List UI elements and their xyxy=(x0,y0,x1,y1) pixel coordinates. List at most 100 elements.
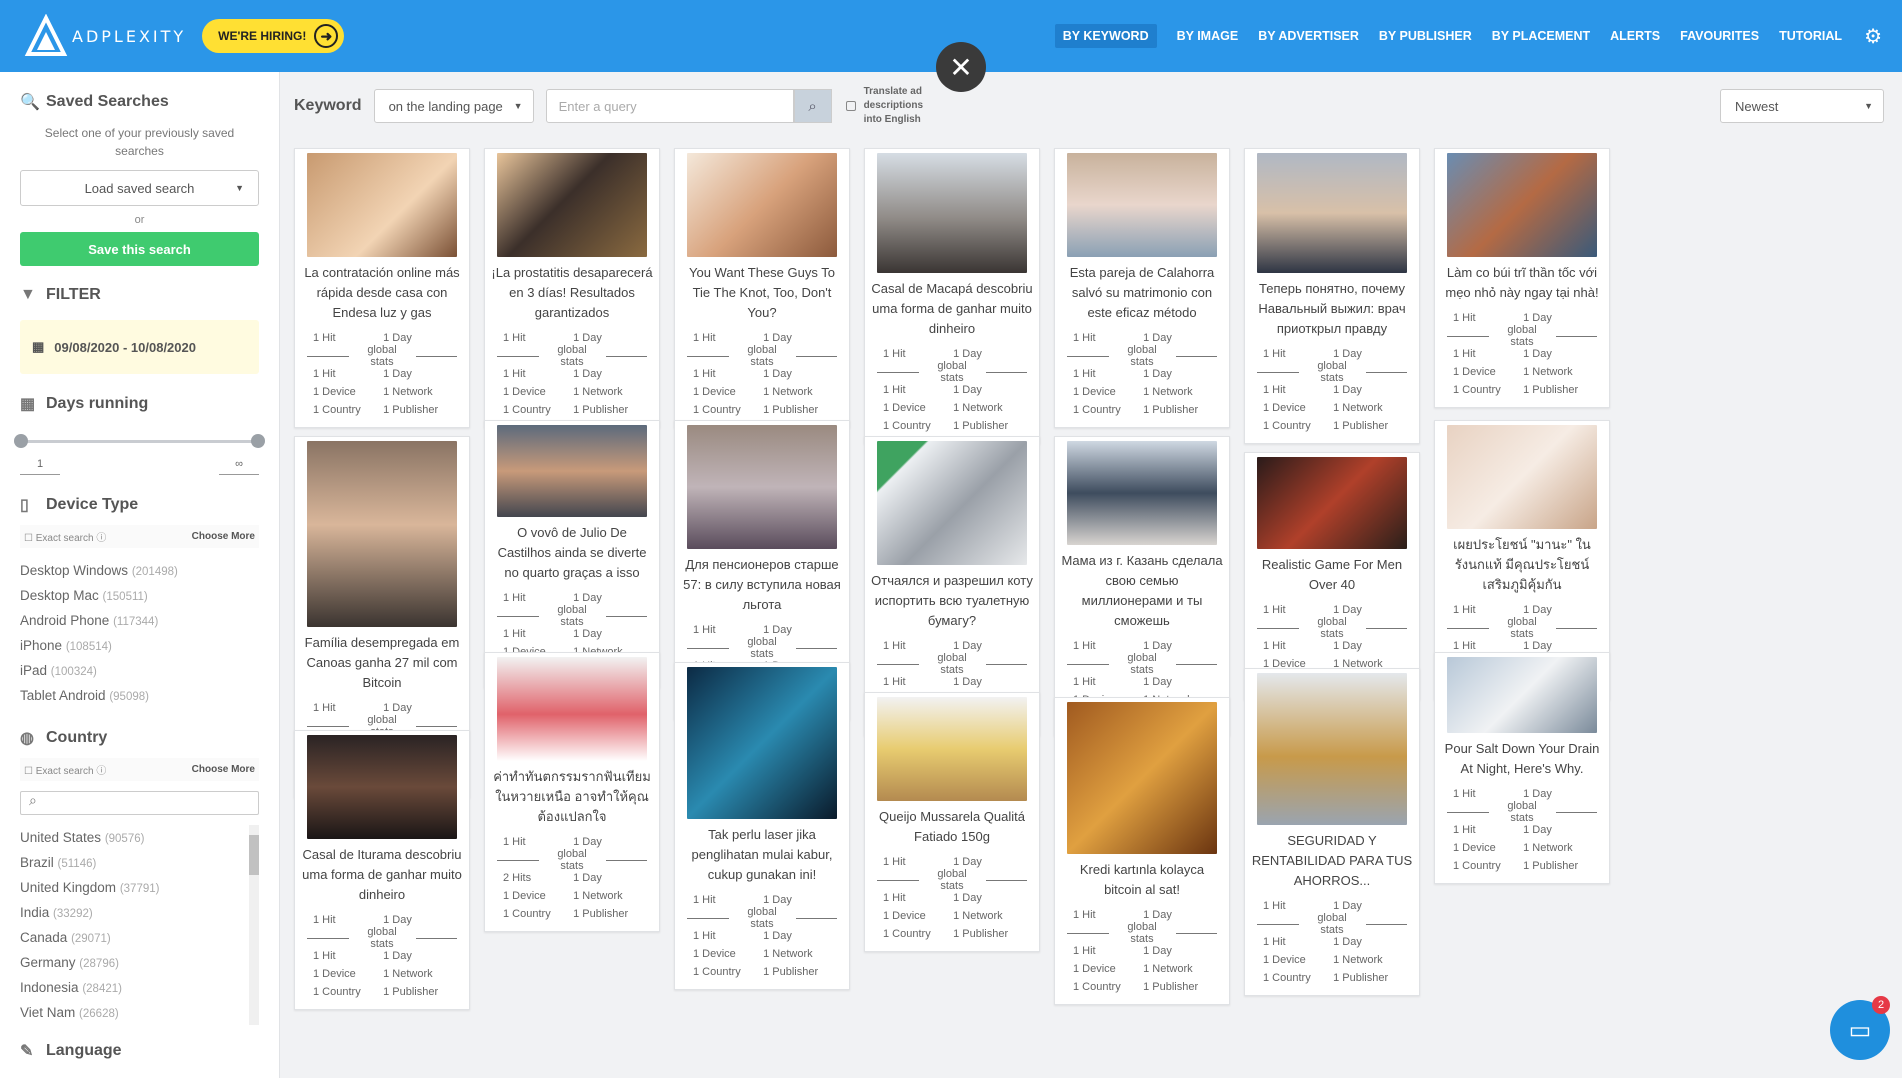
ad-image[interactable] xyxy=(1067,702,1217,854)
ad-card[interactable]: O vovô de Julio De Castilhos ainda se di… xyxy=(484,420,660,688)
ad-image[interactable] xyxy=(1067,153,1217,257)
ad-card[interactable]: La contratación online más rápida desde … xyxy=(294,148,470,428)
load-saved-search-dropdown[interactable]: Load saved search ▼ xyxy=(20,170,259,206)
ad-title[interactable]: Для пенсионеров старше 57: в силу вступи… xyxy=(681,555,843,615)
ad-title[interactable]: Família desempregada em Canoas ganha 27 … xyxy=(301,633,463,693)
hiring-button[interactable]: WE'RE HIRING! ➜ xyxy=(202,19,345,53)
ad-card[interactable]: You Want These Guys To Tie The Knot, Too… xyxy=(674,148,850,428)
country-exact-checkbox[interactable]: ☐ Exact search ⓘ xyxy=(24,762,106,777)
ad-title[interactable]: Làm co búi trĩ thần tốc với mẹo nhỏ này … xyxy=(1441,263,1603,303)
slider-max-handle[interactable] xyxy=(251,434,265,448)
ad-title[interactable]: O vovô de Julio De Castilhos ainda se di… xyxy=(491,523,653,583)
device-item[interactable]: iPad (100324) xyxy=(20,658,259,683)
nav-by-placement[interactable]: BY PLACEMENT xyxy=(1492,24,1590,48)
date-range-picker[interactable]: ▦ 09/08/2020 - 10/08/2020 xyxy=(20,320,259,374)
days-max-input[interactable]: ∞ xyxy=(219,458,259,475)
country-item[interactable]: United States (90576) xyxy=(20,825,259,850)
ad-card[interactable]: SEGURIDAD Y RENTABILIDAD PARA TUS AHORRO… xyxy=(1244,668,1420,996)
ad-title[interactable]: Pour Salt Down Your Drain At Night, Here… xyxy=(1441,739,1603,779)
ad-title[interactable]: La contratación online más rápida desde … xyxy=(301,263,463,323)
ad-title[interactable]: Casal de Iturama descobriu uma forma de … xyxy=(301,845,463,905)
ad-title[interactable]: Realistic Game For Men Over 40 xyxy=(1251,555,1413,595)
ad-title[interactable]: ค่าทำทันตกรรมรากฟันเทียมในหวายเหนือ อาจท… xyxy=(491,767,653,827)
ad-card[interactable]: Tak perlu laser jika penglihatan mulai k… xyxy=(674,662,850,990)
ad-image[interactable] xyxy=(497,657,647,761)
device-item[interactable]: Tablet Android (95098) xyxy=(20,683,259,708)
query-input[interactable]: Enter a query xyxy=(545,89,794,123)
close-button[interactable]: ✕ xyxy=(936,42,986,92)
ad-title[interactable]: Queijo Mussarela Qualitá Fatiado 150g xyxy=(871,807,1033,847)
country-scrollbar[interactable] xyxy=(249,825,259,1025)
search-scope-select[interactable]: on the landing page ▼ xyxy=(373,89,534,123)
ad-card[interactable]: Realistic Game For Men Over 40 1 Hit 1 Day… xyxy=(1244,452,1420,700)
ad-title[interactable]: ¡La prostatitis desaparecerá en 3 días! … xyxy=(491,263,653,323)
ad-image[interactable] xyxy=(1447,425,1597,529)
nav-favourites[interactable]: FAVOURITES xyxy=(1680,24,1759,48)
days-running-slider[interactable] xyxy=(14,432,265,452)
ad-image[interactable] xyxy=(1447,657,1597,733)
country-search-input[interactable]: ⌕ xyxy=(20,791,259,815)
device-item[interactable]: iPhone (108514) xyxy=(20,633,259,658)
ad-card[interactable]: Kredi kartınla kolayca bitcoin al sat! 1 … xyxy=(1054,697,1230,1005)
sort-select[interactable]: Newest ▼ xyxy=(1720,89,1884,123)
device-item[interactable]: Android Phone (117344) xyxy=(20,608,259,633)
ad-card[interactable]: ค่าทำทันตกรรมรากฟันเทียมในหวายเหนือ อาจท… xyxy=(484,652,660,932)
chat-button[interactable]: ▭ 2 xyxy=(1830,996,1890,1060)
country-item[interactable]: India (33292) xyxy=(20,900,259,925)
ad-card[interactable]: Làm co búi trĩ thần tốc với mẹo nhỏ này … xyxy=(1434,148,1610,408)
slider-min-handle[interactable] xyxy=(14,434,28,448)
ad-image[interactable] xyxy=(877,441,1027,565)
country-item[interactable]: Viet Nam (26628) xyxy=(20,1000,259,1025)
device-exact-checkbox[interactable]: ☐ Exact search ⓘ xyxy=(24,529,106,544)
translate-checkbox[interactable] xyxy=(845,101,856,111)
ad-card[interactable]: Casal de Macapá descobriu uma forma de g… xyxy=(864,148,1040,444)
ad-image[interactable] xyxy=(497,425,647,517)
nav-by-publisher[interactable]: BY PUBLISHER xyxy=(1379,24,1472,48)
ad-title[interactable]: Теперь понятно, почему Навальный выжил: … xyxy=(1251,279,1413,339)
ad-title[interactable]: Мама из г. Казань сделала свою семью мил… xyxy=(1061,551,1223,631)
ad-card[interactable]: Queijo Mussarela Qualitá Fatiado 150g 1 H… xyxy=(864,692,1040,952)
ad-image[interactable] xyxy=(877,697,1027,801)
device-choose-more[interactable]: Choose More xyxy=(192,531,255,542)
ad-card[interactable]: Pour Salt Down Your Drain At Night, Here… xyxy=(1434,652,1610,884)
ad-title[interactable]: Kredi kartınla kolayca bitcoin al sat! xyxy=(1061,860,1223,900)
nav-by-keyword[interactable]: BY KEYWORD xyxy=(1054,24,1157,48)
ad-image[interactable] xyxy=(1257,153,1407,273)
scrollbar-thumb[interactable] xyxy=(249,835,259,875)
ad-image[interactable] xyxy=(1257,673,1407,825)
ad-card[interactable]: Теперь понятно, почему Навальный выжил: … xyxy=(1244,148,1420,444)
gear-icon[interactable]: ⚙ xyxy=(1864,24,1882,49)
ad-image[interactable] xyxy=(687,153,837,257)
ad-image[interactable] xyxy=(1257,457,1407,549)
days-min-input[interactable]: 1 xyxy=(20,458,60,475)
ad-card[interactable]: Esta pareja de Calahorra salvó su matrim… xyxy=(1054,148,1230,428)
ad-title[interactable]: Отчаялся и разрешил коту испортить всю т… xyxy=(871,571,1033,631)
ad-card[interactable]: Мама из г. Казань сделала свою семью мил… xyxy=(1054,436,1230,736)
nav-by-image[interactable]: BY IMAGE xyxy=(1177,24,1239,48)
country-item[interactable]: Canada (29071) xyxy=(20,925,259,950)
nav-tutorial[interactable]: TUTORIAL xyxy=(1779,24,1842,48)
ad-card[interactable]: Отчаялся и разрешил коту испортить всю т… xyxy=(864,436,1040,736)
ad-title[interactable]: Tak perlu laser jika penglihatan mulai k… xyxy=(681,825,843,885)
device-item[interactable]: Desktop Windows (201498) xyxy=(20,558,259,583)
ad-image[interactable] xyxy=(687,667,837,819)
translate-option[interactable]: Translate ad descriptions into English xyxy=(845,85,934,127)
ad-card[interactable]: ¡La prostatitis desaparecerá en 3 días! … xyxy=(484,148,660,428)
ad-image[interactable] xyxy=(497,153,647,257)
ad-title[interactable]: Casal de Macapá descobriu uma forma de g… xyxy=(871,279,1033,339)
ad-card[interactable]: Casal de Iturama descobriu uma forma de … xyxy=(294,730,470,1010)
ad-image[interactable] xyxy=(307,735,457,839)
ad-image[interactable] xyxy=(687,425,837,549)
country-item[interactable]: United Kingdom (37791) xyxy=(20,875,259,900)
search-button[interactable]: ⌕ xyxy=(793,89,832,123)
ad-image[interactable] xyxy=(307,153,457,257)
country-item[interactable]: Brazil (51146) xyxy=(20,850,259,875)
device-item[interactable]: Desktop Mac (150511) xyxy=(20,583,259,608)
ad-image[interactable] xyxy=(1067,441,1217,545)
nav-alerts[interactable]: ALERTS xyxy=(1610,24,1660,48)
ad-image[interactable] xyxy=(307,441,457,627)
ad-title[interactable]: Esta pareja de Calahorra salvó su matrim… xyxy=(1061,263,1223,323)
nav-by-advertiser[interactable]: BY ADVERTISER xyxy=(1258,24,1359,48)
ad-title[interactable]: เผยประโยชน์ "มานะ" ในรังนกแท้ มีคุณประโย… xyxy=(1441,535,1603,595)
country-item[interactable]: Germany (28796) xyxy=(20,950,259,975)
